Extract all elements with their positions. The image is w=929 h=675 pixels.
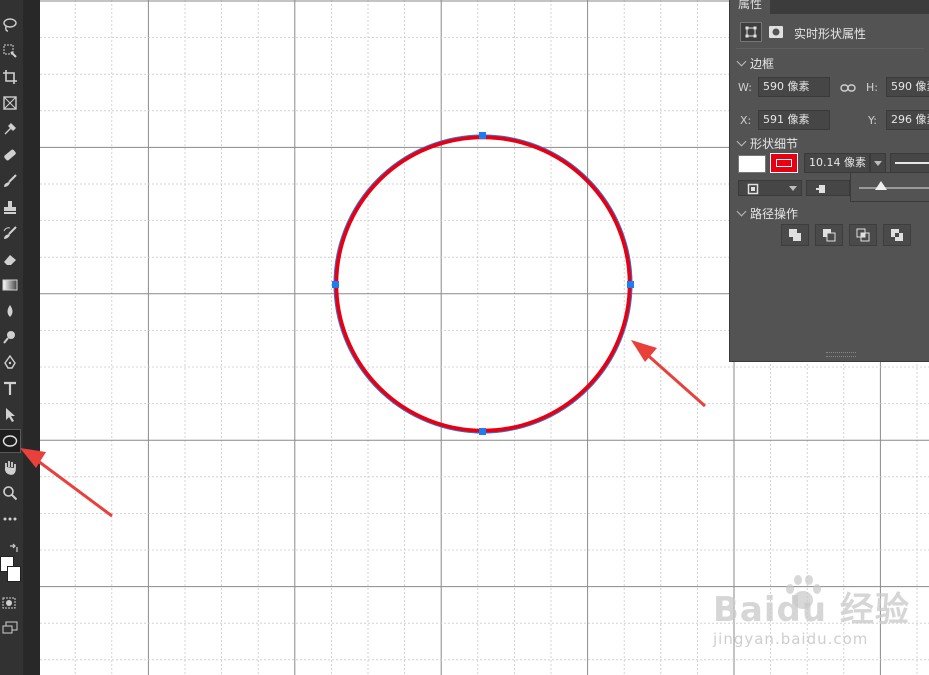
chevron-down-icon[interactable] (736, 56, 747, 67)
panel-titlebar: 属性 (730, 0, 929, 14)
chevron-down-icon[interactable] (736, 206, 747, 217)
fill-color-swatch[interactable] (738, 155, 766, 173)
x-position-field[interactable]: 591 像素 (758, 110, 830, 130)
width-field[interactable]: 590 像素 (758, 77, 830, 97)
slider-thumb[interactable] (875, 181, 887, 190)
stroke-slider-popup[interactable] (850, 172, 929, 202)
watermark-url: jingyan.baidu.com (713, 630, 869, 648)
link-icon[interactable] (840, 80, 856, 94)
live-shape-icon[interactable] (740, 22, 762, 42)
panel-header-title: 实时形状属性 (794, 27, 867, 41)
y-position-field[interactable]: 296 像素 (886, 110, 929, 130)
chevron-down-icon (789, 186, 797, 191)
x-label: X: (740, 114, 752, 127)
watermark-logo-text: Baidu 经验 (713, 590, 910, 630)
stroke-type-selector[interactable] (890, 153, 929, 173)
subtract-front-shape-button[interactable] (815, 224, 843, 246)
panel-divider (736, 48, 924, 49)
red-arrow-to-circle (631, 340, 706, 408)
chevron-down-icon[interactable] (736, 136, 747, 147)
intersect-shapes-button[interactable] (849, 224, 877, 246)
stroke-width-field[interactable]: 10.14 像素 (804, 153, 870, 173)
chevron-down-icon (874, 161, 882, 166)
stroke-width-dropdown[interactable] (870, 153, 886, 173)
exclude-overlap-button[interactable] (883, 224, 911, 246)
stroke-cap-dropdown[interactable] (806, 180, 850, 196)
stroke-align-dropdown[interactable] (738, 180, 802, 196)
baidu-watermark: Baidu 经验 jingyan.baidu.com (713, 572, 923, 662)
height-field[interactable]: 590 像素 (886, 77, 929, 97)
section-bounds-title: 边框 (750, 57, 775, 71)
combine-shapes-button[interactable] (781, 224, 809, 246)
section-shape-details-title: 形状细节 (750, 137, 799, 151)
width-label: W: (738, 81, 752, 94)
y-label: Y: (868, 114, 877, 127)
stroke-color-swatch[interactable] (770, 153, 798, 173)
mask-icon[interactable] (768, 24, 784, 38)
tab-properties[interactable]: 属性 (730, 0, 770, 14)
height-label: H: (866, 81, 878, 94)
red-arrow-to-ellipse-tool (20, 448, 113, 518)
section-path-ops-title: 路径操作 (750, 207, 799, 221)
properties-panel: 属性 实时形状属性 边框 W: 590 像素 H: 590 像素 X: 591 … (729, 0, 929, 362)
panel-resize-grip[interactable] (826, 352, 856, 357)
